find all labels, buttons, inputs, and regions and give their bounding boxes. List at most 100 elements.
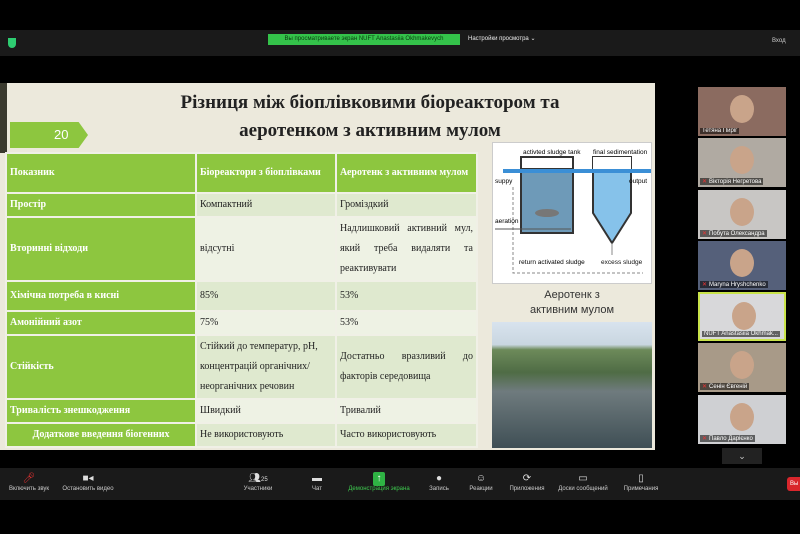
diagram-label-sedimentation: final sedimentation (593, 149, 648, 156)
apps-icon: ⟳ (522, 473, 532, 484)
participants-button[interactable]: 👥︎25 Участники (238, 472, 278, 492)
header-cell: Аеротенк з активним мулом (335, 152, 478, 194)
cell: Не використовують (195, 422, 337, 448)
participant-name: Maryna Hryshchenko (709, 282, 766, 288)
share-screen-button[interactable]: ↑ Демонстрация экрана (342, 472, 416, 492)
video-camera-icon: ■◂ (82, 473, 94, 484)
diagram-label-excess: excess sludge (601, 259, 643, 266)
leave-button[interactable]: Вы (787, 477, 800, 491)
mic-muted-icon: ✕ (702, 384, 708, 390)
stop-video-label: Остановить видео (62, 486, 114, 492)
participant-avatar (730, 403, 754, 431)
slide-number: 20 (10, 122, 88, 148)
cell: Громіздкий (335, 192, 478, 218)
participant-video-active-speaker[interactable]: NUFT Anastasiia Okhmak... (698, 292, 786, 341)
notes-icon: ▯ (638, 473, 644, 484)
participant-name: NUFT Anastasiia Okhmak... (702, 331, 780, 337)
participant-video[interactable]: ✕ Maryna Hryshchenko (698, 241, 786, 290)
cell: 53% (335, 280, 478, 312)
cell: 75% (195, 310, 337, 336)
participant-name: Тетяна Пиріг (700, 128, 740, 134)
table-header-row: Показник Біореактори з біоплівками Аерот… (5, 152, 478, 194)
participant-name: Павло Дарієнко (709, 436, 753, 442)
table-row: Вторинні відходи відсутні Надлишковий акти… (5, 216, 478, 282)
shared-slide: Різниця між біоплівковими біореактором т… (0, 83, 655, 450)
whiteboards-label: Доски сообщений (558, 486, 608, 492)
apps-label: Приложения (509, 486, 545, 492)
row-label: Хімічна потреба в кисні (5, 280, 197, 312)
diagram-label-return: return activated sludge (519, 259, 585, 266)
treatment-plant-photo (492, 322, 652, 448)
reactions-icon: ☺ (475, 473, 487, 484)
screen-share-banner: Вы просматриваете экран NUFT Anastasiia … (268, 34, 460, 45)
participant-avatar (730, 95, 754, 123)
view-options-dropdown[interactable]: Настройки просмотра ⌄ (468, 34, 535, 45)
participants-icon: 👥︎25 (248, 473, 268, 484)
title-line-1: Різниця між біоплівковими біореактором т… (180, 92, 560, 113)
table-row: Простір Компактний Громіздкий (5, 192, 478, 218)
row-label: Додаткове введення біогенних (5, 422, 197, 448)
reactions-label: Реакции (469, 486, 493, 492)
stop-video-button[interactable]: ■◂ Остановить видео (58, 472, 118, 492)
caption-line-1: Аеротенк з (544, 289, 600, 301)
participant-video[interactable]: ✕ Вікторія Негретова (698, 138, 786, 187)
title-line-2: аеротенком з активним мулом (239, 120, 501, 141)
unmute-button[interactable]: 🎤︎ Включить звук (4, 472, 54, 492)
participant-avatar (732, 302, 756, 330)
cell: 85% (195, 280, 337, 312)
chevron-down-icon: ⌄ (530, 36, 536, 42)
slide-decor-stripe (0, 83, 7, 153)
diagram-svg: activted sludge tank final sedimentation… (495, 149, 651, 274)
comparison-table: Показник Біореактори з біоплівками Аерот… (5, 152, 478, 448)
cell: Швидкий (195, 398, 337, 424)
row-label: Вторинні відходи (5, 216, 197, 282)
diagram-caption: Аеротенк з активним мулом (492, 288, 652, 318)
participant-video[interactable]: ✕ Сенін Євгеній (698, 343, 786, 392)
reactions-button[interactable]: ☺ Реакции (465, 472, 497, 492)
mic-muted-icon: ✕ (702, 231, 708, 237)
table-row: Тривалість знешкодження Швидкий Тривалий (5, 398, 478, 424)
participants-label: Участники (243, 486, 273, 492)
apps-button[interactable]: ⟳ Приложения (505, 472, 549, 492)
chat-button[interactable]: ▬ Чат (302, 472, 332, 492)
unmute-label: Включить звук (8, 486, 49, 492)
table-row: Хімічна потреба в кисні 85% 53% (5, 280, 478, 312)
cell: 53% (335, 310, 478, 336)
notes-button[interactable]: ▯ Примечания (618, 472, 664, 492)
participants-count: 25 (261, 477, 268, 483)
mic-muted-icon: ✕ (702, 436, 708, 442)
participant-video[interactable]: ✕ Павло Дарієнко (698, 395, 786, 444)
participant-name: Вікторія Негретова (709, 179, 762, 185)
participant-video[interactable]: ✕ Побута Олександра (698, 190, 786, 239)
diagram-label-output: output (629, 178, 647, 185)
record-button[interactable]: ● Запись (424, 472, 454, 492)
security-shield-icon[interactable] (8, 38, 16, 48)
cell: Часто використовують (335, 422, 478, 448)
login-button[interactable]: Вход (772, 38, 786, 44)
slide-title: Різниця між біоплівковими біореактором т… (80, 89, 655, 145)
chat-icon: ▬ (312, 473, 322, 484)
chat-label: Чат (312, 486, 322, 492)
notes-label: Примечания (623, 486, 659, 492)
scroll-down-chevron-icon[interactable]: ⌄ (722, 448, 762, 464)
participant-avatar (730, 351, 754, 379)
mic-muted-icon: ✕ (702, 179, 708, 185)
row-label: Тривалість знешкодження (5, 398, 197, 424)
mic-muted-icon: ✕ (702, 282, 708, 288)
diagram-label-supply: suppy (495, 178, 513, 185)
whiteboards-button[interactable]: ▭ Доски сообщений (553, 472, 613, 492)
diagram-label-tank: activted sludge tank (523, 149, 581, 156)
row-label: Простір (5, 192, 197, 218)
cell: відсутні (195, 216, 337, 282)
aeration-tank-shape (520, 166, 574, 234)
header-cell: Показник (5, 152, 197, 194)
participant-name: Сенін Євгеній (709, 384, 748, 390)
cell: Достатньо вразливий до факторів середови… (335, 334, 478, 400)
record-icon: ● (435, 473, 443, 484)
cell: Надлишковий активний мул, який треба вид… (335, 216, 478, 282)
mic-muted-icon: 🎤︎ (22, 473, 36, 484)
share-screen-label: Демонстрация экрана (348, 486, 410, 492)
diagram-label-aeration: aeration (495, 218, 519, 225)
participant-video[interactable]: Тетяна Пиріг (698, 87, 786, 136)
participant-avatar (730, 249, 754, 277)
